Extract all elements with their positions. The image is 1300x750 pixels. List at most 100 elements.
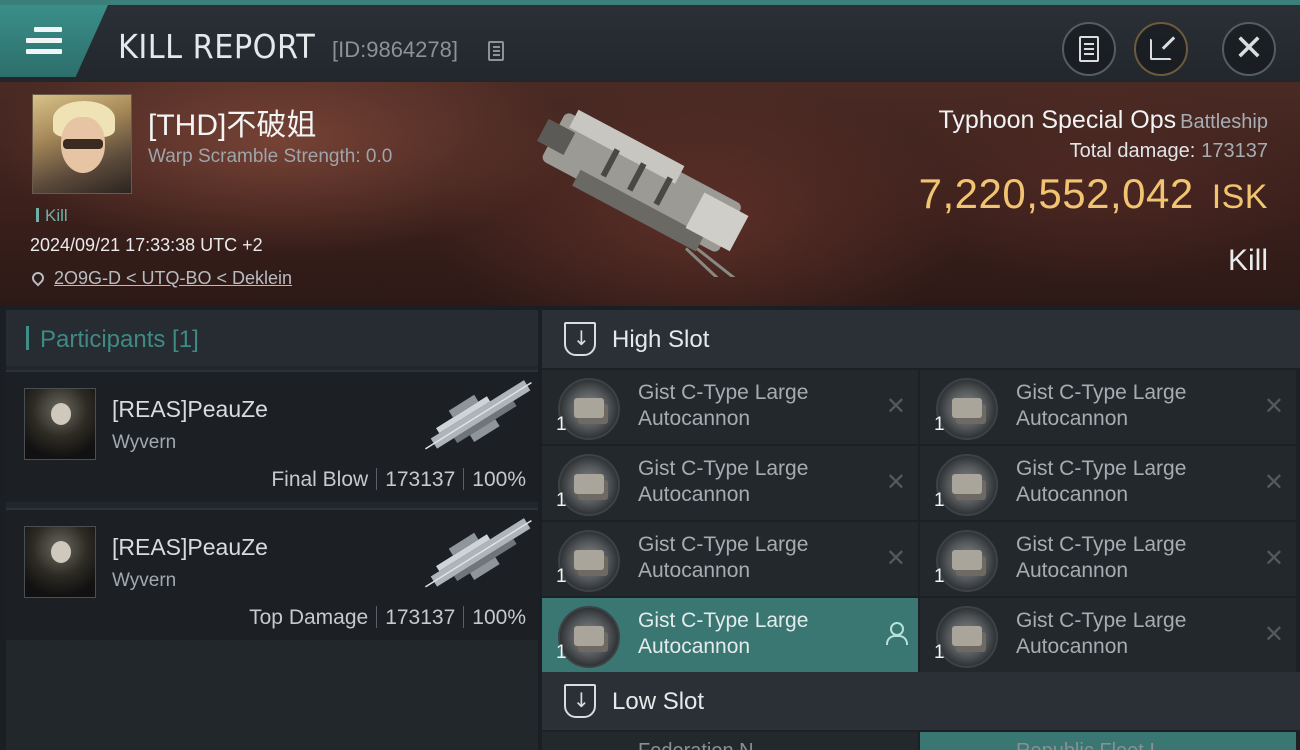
- destroyed-x-icon: ✕: [885, 392, 906, 420]
- module-item[interactable]: 1 Gist C-Type Large Autocannon ✕: [542, 522, 918, 596]
- kill-location[interactable]: 2O9G-D < UTQ-BO < Deklein: [29, 268, 292, 289]
- victim-ship-image: [537, 109, 749, 277]
- location-text[interactable]: 2O9G-D < UTQ-BO < Deklein: [54, 268, 292, 288]
- destroyed-x-icon: ✕: [885, 544, 906, 572]
- close-icon: ✕: [1233, 28, 1265, 69]
- kill-tag: Kill: [36, 206, 68, 226]
- high-slot-title: High Slot: [612, 326, 710, 353]
- module-item[interactable]: 1 Gist C-Type Large Autocannon ✕: [920, 598, 1296, 672]
- pilot-ship: Wyvern: [112, 432, 177, 453]
- participants-title: Participants [1]: [40, 326, 199, 353]
- module-name: Republic Fleet I...: [1016, 740, 1172, 750]
- autocannon-icon: [558, 530, 620, 592]
- autocannon-icon: [558, 378, 620, 440]
- destroyed-x-icon: ✕: [1263, 468, 1284, 496]
- warp-scramble-strength: Warp Scramble Strength: 0.0: [148, 146, 393, 167]
- destroyed-x-icon: ✕: [1263, 392, 1284, 420]
- report-id: [ID:9864278]: [332, 37, 458, 62]
- module-name: Gist C-Type Large Autocannon: [1016, 533, 1187, 582]
- pilot-ship: Wyvern: [112, 570, 177, 591]
- participant-stats: Final Blow 173137 100%: [271, 468, 526, 492]
- module-item[interactable]: 1 Gist C-Type Large Autocannon ✕: [920, 446, 1296, 520]
- victim-banner: [THD]不破姐 Warp Scramble Strength: 0.0 Kil…: [0, 82, 1300, 306]
- participant-damage: 173137: [385, 468, 456, 491]
- pilot-ship-image: [425, 380, 532, 450]
- autocannon-icon: [558, 454, 620, 516]
- participant-damage: 173137: [385, 606, 456, 629]
- victim-avatar[interactable]: [32, 94, 132, 194]
- victim-ship-name[interactable]: Typhoon Special Ops Battleship: [939, 106, 1269, 135]
- module-quantity: 1: [934, 490, 945, 511]
- kill-datetime: 2024/09/21 17:33:38 UTC +2: [30, 235, 263, 255]
- pilot-avatar: [24, 526, 96, 598]
- pilot-name: [REAS]PeauZe: [112, 396, 268, 422]
- location-pin-icon: [29, 269, 47, 287]
- pilot-ship-image: [425, 518, 532, 588]
- high-slot-header: High Slot: [542, 310, 1300, 368]
- module-name: Federation N...: [638, 740, 770, 750]
- module-item-dropped[interactable]: 1 Gist C-Type Large Autocannon: [542, 598, 918, 672]
- destroyed-x-icon: ✕: [1263, 620, 1284, 648]
- participant-role: Final Blow: [271, 468, 369, 491]
- module-item[interactable]: 1 Gist C-Type Large Autocannon ✕: [542, 370, 918, 444]
- autocannon-icon: [936, 454, 998, 516]
- autocannon-icon: [558, 606, 620, 668]
- slot-shield-icon: [564, 684, 596, 718]
- copy-icon[interactable]: [488, 41, 504, 61]
- participant-card[interactable]: [REAS]PeauZe Wyvern Top Damage 173137 100%: [6, 508, 538, 640]
- module-quantity: 1: [556, 414, 567, 435]
- isk-value: 7,220,552,042 ISK: [918, 170, 1268, 217]
- pilot-name: [REAS]PeauZe: [112, 534, 268, 560]
- module-quantity: 1: [556, 490, 567, 511]
- ship-class: Battleship: [1180, 111, 1268, 133]
- person-icon: [886, 622, 908, 645]
- isk-unit: ISK: [1211, 178, 1268, 216]
- page-title: KILL REPORT: [118, 27, 316, 66]
- module-quantity: 1: [934, 642, 945, 663]
- participant-percent: 100%: [472, 606, 526, 629]
- module-name: Gist C-Type Large Autocannon: [1016, 457, 1187, 506]
- module-name: Gist C-Type Large Autocannon: [638, 457, 809, 506]
- module-item[interactable]: 1 Gist C-Type Large Autocannon ✕: [920, 370, 1296, 444]
- participants-panel: Participants [1] [REAS]PeauZe Wyvern Fin…: [6, 310, 538, 750]
- module-item[interactable]: 1 Gist C-Type Large Autocannon ✕: [542, 446, 918, 520]
- autocannon-icon: [936, 378, 998, 440]
- module-item[interactable]: Republic Fleet I...: [920, 732, 1296, 750]
- participants-header: Participants [1]: [6, 310, 538, 366]
- module-name: Gist C-Type Large Autocannon: [1016, 609, 1187, 658]
- module-quantity: 1: [934, 566, 945, 587]
- module-name: Gist C-Type Large Autocannon: [638, 609, 809, 658]
- participant-percent: 100%: [472, 468, 526, 491]
- module-name: Gist C-Type Large Autocannon: [638, 533, 809, 582]
- victim-name[interactable]: [THD]不破姐: [148, 100, 316, 144]
- top-bar: KILL REPORT [ID:9864278] ✕: [0, 0, 1300, 82]
- share-button[interactable]: [1134, 22, 1188, 76]
- share-icon: [1150, 38, 1172, 60]
- module-name: Gist C-Type Large Autocannon: [1016, 381, 1187, 430]
- module-item[interactable]: 1 Gist C-Type Large Autocannon ✕: [920, 522, 1296, 596]
- low-slot-title: Low Slot: [612, 688, 705, 715]
- module-name: Gist C-Type Large Autocannon: [638, 381, 809, 430]
- result-label: Kill: [1227, 244, 1268, 277]
- total-damage-value: 173137: [1201, 140, 1268, 162]
- slot-shield-icon: [564, 322, 596, 356]
- destroyed-x-icon: ✕: [1263, 544, 1284, 572]
- module-quantity: 1: [556, 642, 567, 663]
- autocannon-icon: [936, 530, 998, 592]
- module-quantity: 1: [556, 566, 567, 587]
- module-item[interactable]: Federation N...: [542, 732, 918, 750]
- fitting-panel: High Slot 1 Gist C-Type LargeAutocannon …: [542, 310, 1300, 750]
- hamburger-icon: [26, 27, 62, 60]
- menu-button[interactable]: [0, 5, 108, 77]
- participant-card[interactable]: [REAS]PeauZe Wyvern Final Blow 173137 100%: [6, 370, 538, 502]
- autocannon-icon: [936, 606, 998, 668]
- total-damage: Total damage: 173137: [1069, 140, 1268, 162]
- pilot-avatar: [24, 388, 96, 460]
- participant-role: Top Damage: [249, 606, 369, 629]
- module-quantity: 1: [934, 414, 945, 435]
- destroyed-x-icon: ✕: [885, 468, 906, 496]
- clipboard-button[interactable]: [1062, 22, 1116, 76]
- clipboard-icon: [1079, 36, 1099, 62]
- low-slot-header: Low Slot: [542, 672, 1300, 730]
- close-button[interactable]: ✕: [1222, 22, 1276, 76]
